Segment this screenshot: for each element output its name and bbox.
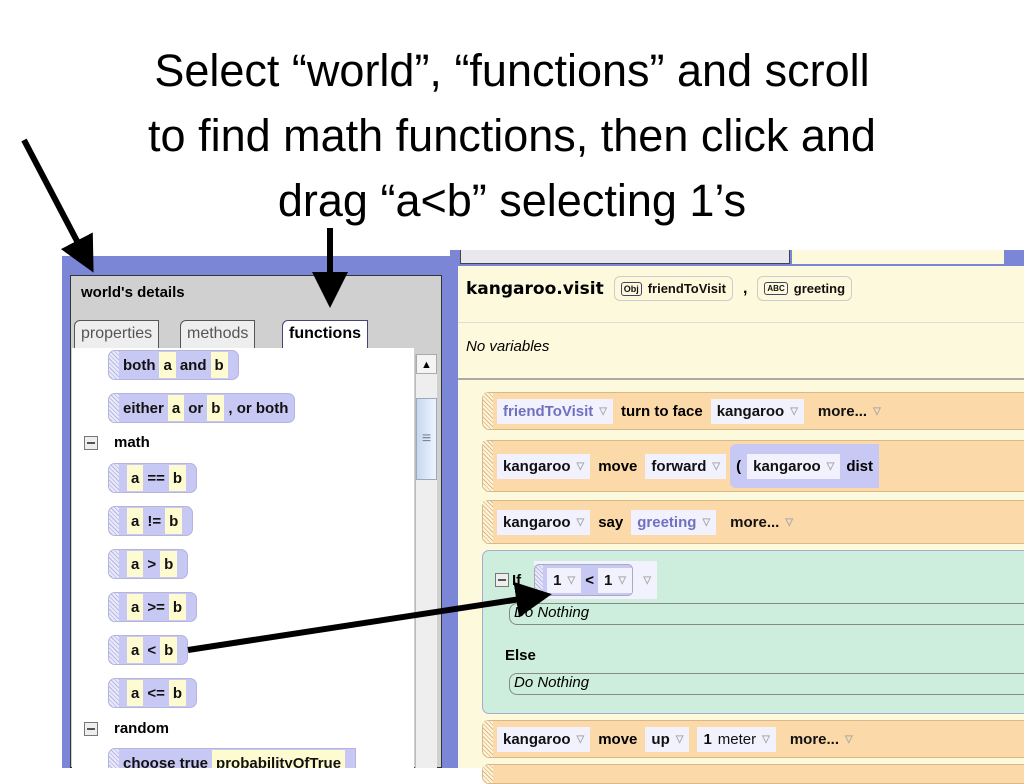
annotation-arrows (21, 138, 552, 653)
arrow-to-world (21, 138, 94, 273)
arrow-to-condition (187, 581, 552, 653)
